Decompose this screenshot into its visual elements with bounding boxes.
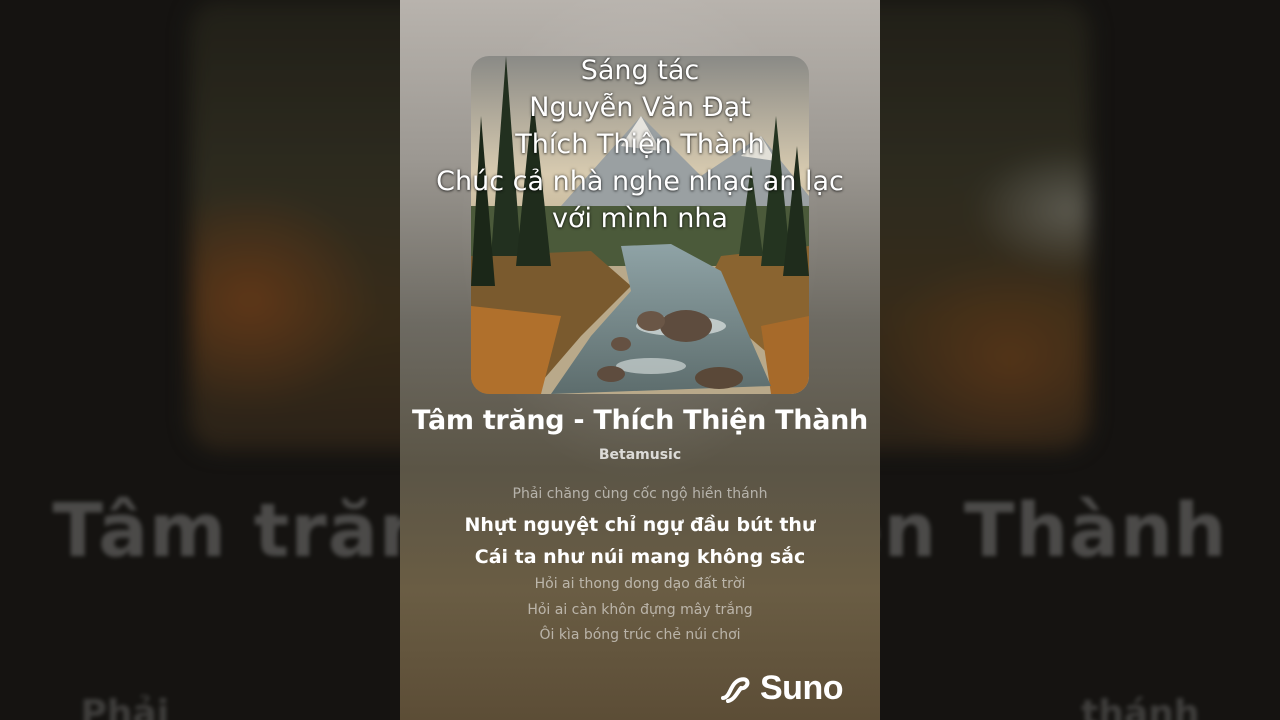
caption-line: Sáng tác [580, 55, 700, 86]
caption-line: Thích Thiện Thành [515, 129, 765, 160]
caption-line: Nguyễn Văn Đạt [529, 92, 751, 123]
suno-logo-icon [721, 677, 750, 703]
lyric-line-active: Nhựt nguyệt chỉ ngự đầu bút thư [464, 514, 816, 536]
lyric-line: Hỏi ai thong dong dạo đất trời [534, 576, 746, 592]
suno-logo: Suno [720, 668, 843, 708]
suno-logo-text: Suno [760, 668, 843, 707]
lyric-line-active: Cái ta như núi mang không sắc [474, 546, 806, 568]
caption-line: Chúc cả nhà nghe nhạc an lạc [436, 166, 844, 197]
lyric-line: Phải chăng cùng cốc ngộ hiền thánh [512, 486, 768, 502]
caption-overlay: Sáng tác Nguyễn Văn Đạt Thích Thiện Thàn… [400, 52, 880, 237]
lyric-line: Ôi kìa bóng trúc chẻ núi chơi [539, 627, 741, 643]
artist-name[interactable]: Betamusic [400, 447, 880, 463]
player-panel: Sáng tác Nguyễn Văn Đạt Thích Thiện Thàn… [400, 0, 880, 720]
caption-line: với mình nha [552, 203, 728, 234]
song-title: Tâm trăng - Thích Thiện Thành [412, 405, 868, 436]
lyric-line: Hỏi ai càn khôn đựng mây trắng [527, 602, 753, 618]
